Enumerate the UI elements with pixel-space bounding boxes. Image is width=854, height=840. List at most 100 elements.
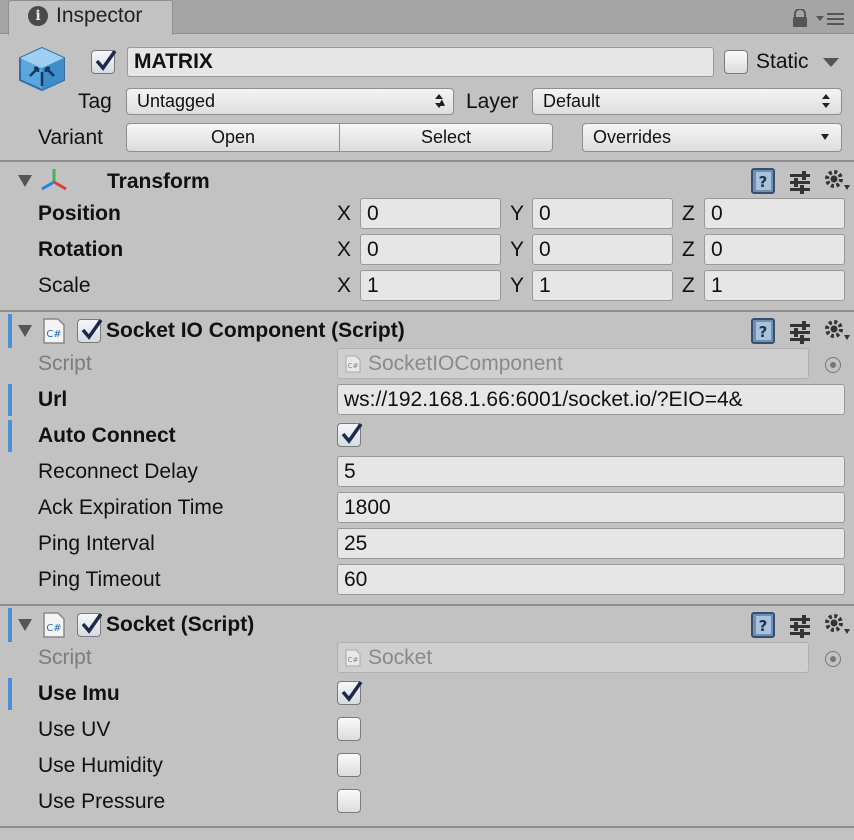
foldout-expanded-icon[interactable] <box>17 618 33 632</box>
script-field: Socket <box>337 642 809 673</box>
scale-y-field[interactable]: 1 <box>532 270 673 301</box>
svg-text:?: ? <box>759 173 768 191</box>
ping-interval-field[interactable]: 25 <box>337 528 845 559</box>
position-y-axis: Y <box>510 202 525 225</box>
script-label: Script <box>38 352 92 375</box>
separator <box>0 160 854 162</box>
rotation-x-axis: X <box>337 238 352 261</box>
static-dropdown-icon[interactable] <box>822 56 840 68</box>
overrides-dropdown-arrow-icon <box>821 134 829 140</box>
variant-label: Variant <box>38 126 103 149</box>
rotation-z-axis: Z <box>682 238 695 261</box>
ping-timeout-label: Ping Timeout <box>38 568 161 591</box>
preset-sliders-icon[interactable] <box>788 614 812 638</box>
transform-axes-icon <box>41 169 67 191</box>
override-marker <box>8 608 12 642</box>
svg-text:C#: C# <box>46 623 61 634</box>
rotation-label: Rotation <box>38 238 124 261</box>
auto-connect-checkbox[interactable] <box>337 422 363 447</box>
ack-expiration-field[interactable]: 1800 <box>337 492 845 523</box>
reconnect-delay-field[interactable]: 5 <box>337 456 845 487</box>
rotation-y-axis: Y <box>510 238 525 261</box>
layer-label: Layer <box>466 90 519 113</box>
static-checkbox[interactable] <box>724 50 748 74</box>
layer-updown-icon <box>822 94 830 108</box>
use-pressure-checkbox[interactable] <box>337 789 361 813</box>
ping-timeout-field[interactable]: 60 <box>337 564 845 595</box>
tab-menu-icon[interactable] <box>814 8 846 28</box>
csharp-script-icon: C# <box>43 612 65 638</box>
use-humidity-checkbox[interactable] <box>337 753 361 777</box>
svg-text:C#: C# <box>348 362 359 370</box>
separator <box>0 310 854 312</box>
rotation-x-field[interactable]: 0 <box>360 234 501 265</box>
reconnect-delay-label: Reconnect Delay <box>38 460 198 483</box>
csharp-script-icon: C# <box>43 318 65 344</box>
help-book-icon[interactable]: ? <box>750 168 776 194</box>
scale-z-axis: Z <box>682 274 695 297</box>
layer-dropdown[interactable]: Default <box>532 88 842 115</box>
layer-dropdown-value: Default <box>543 91 601 111</box>
csharp-script-icon: C# <box>345 649 361 667</box>
override-marker <box>8 314 12 348</box>
overrides-dropdown[interactable]: Overrides <box>582 123 842 152</box>
svg-text:?: ? <box>759 617 768 635</box>
position-x-field[interactable]: 0 <box>360 198 501 229</box>
scale-z-field[interactable]: 1 <box>704 270 845 301</box>
svg-text:C#: C# <box>348 656 359 664</box>
rotation-z-field[interactable]: 0 <box>704 234 845 265</box>
scale-x-field[interactable]: 1 <box>360 270 501 301</box>
override-marker <box>8 420 12 452</box>
auto-connect-label: Auto Connect <box>38 424 176 447</box>
ping-interval-label: Ping Interval <box>38 532 155 555</box>
tag-dropdown[interactable]: Untagged ▴ <box>126 88 454 115</box>
settings-gear-icon[interactable] <box>822 611 852 639</box>
socket-enabled-checkbox[interactable] <box>77 612 103 637</box>
tab-label: Inspector <box>56 4 143 27</box>
socket-title: Socket (Script) <box>106 613 255 636</box>
scale-label: Scale <box>38 274 91 297</box>
prefab-gameobject-icon <box>19 46 65 92</box>
position-z-axis: Z <box>682 202 695 225</box>
transform-title: Transform <box>107 170 210 193</box>
static-label: Static <box>756 50 809 73</box>
rotation-y-field[interactable]: 0 <box>532 234 673 265</box>
override-marker <box>8 678 12 710</box>
foldout-expanded-icon[interactable] <box>17 174 33 188</box>
lock-icon[interactable] <box>791 9 809 27</box>
object-picker-icon[interactable] <box>825 651 841 667</box>
script-field-value: Socket <box>368 646 433 669</box>
socketio-title: Socket IO Component (Script) <box>106 319 405 342</box>
use-uv-checkbox[interactable] <box>337 717 361 741</box>
scale-x-axis: X <box>337 274 352 297</box>
help-book-icon[interactable]: ? <box>750 612 776 638</box>
svg-text:C#: C# <box>46 329 61 340</box>
object-name-field[interactable]: MATRIX <box>127 47 714 77</box>
overrides-dropdown-value: Overrides <box>593 127 672 147</box>
object-picker-icon[interactable] <box>825 357 841 373</box>
foldout-expanded-icon[interactable] <box>17 324 33 338</box>
preset-sliders-icon[interactable] <box>788 170 812 194</box>
socketio-enabled-checkbox[interactable] <box>77 318 103 343</box>
settings-gear-icon[interactable] <box>822 317 852 345</box>
url-field[interactable]: ws://192.168.1.66:6001/socket.io/?EIO=4& <box>337 384 845 415</box>
open-prefab-button[interactable]: Open <box>126 123 340 152</box>
script-field: SocketIOComponent <box>337 348 809 379</box>
url-label: Url <box>38 388 68 411</box>
ack-expiration-label: Ack Expiration Time <box>38 496 224 519</box>
preset-sliders-icon[interactable] <box>788 320 812 344</box>
settings-gear-icon[interactable] <box>822 167 852 195</box>
position-z-field[interactable]: 0 <box>704 198 845 229</box>
use-imu-checkbox[interactable] <box>337 680 363 705</box>
tag-dropdown-value: Untagged <box>137 91 216 111</box>
position-y-field[interactable]: 0 <box>532 198 673 229</box>
active-checkbox[interactable] <box>91 49 117 74</box>
tag-updown-icon <box>435 94 443 108</box>
use-imu-label: Use Imu <box>38 682 120 705</box>
svg-text:?: ? <box>759 323 768 341</box>
help-book-icon[interactable]: ? <box>750 318 776 344</box>
info-icon: i <box>28 6 48 26</box>
select-prefab-button[interactable]: Select <box>339 123 553 152</box>
use-uv-label: Use UV <box>38 718 111 741</box>
separator <box>0 604 854 606</box>
